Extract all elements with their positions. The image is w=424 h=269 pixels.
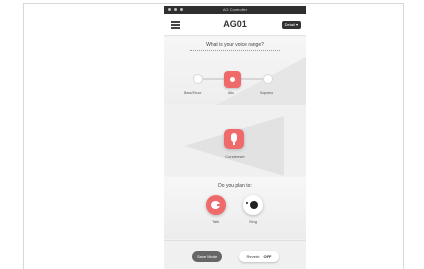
- bottom-bar: Save Mode Reverb OFF: [164, 240, 306, 269]
- talk-icon: [211, 201, 221, 209]
- reverb-toggle[interactable]: Reverb OFF: [239, 251, 279, 262]
- voice-range-label-bass-tenor: Bass/Tenor: [184, 91, 202, 95]
- voice-range-label-soprano: Soprano: [260, 91, 274, 95]
- detail-mode-button[interactable]: Detail ▾: [281, 21, 301, 29]
- usage-question: Do you plan to:: [218, 183, 252, 189]
- voice-range-option-bass-tenor[interactable]: [193, 74, 203, 84]
- voice-range-section: What is your voice range? Bass/Tenor Alt…: [164, 37, 306, 105]
- talk-button[interactable]: [206, 195, 226, 215]
- microphone-type-button[interactable]: [224, 129, 244, 149]
- voice-range-option-soprano[interactable]: [263, 74, 273, 84]
- talk-label: Talk: [212, 219, 220, 224]
- usage-section: Do you plan to: Talk Sing: [164, 177, 306, 239]
- voice-range-label-alto: Alto: [228, 91, 235, 95]
- reverb-value: OFF: [263, 254, 272, 259]
- sing-label: Sing: [249, 219, 258, 224]
- app-header: AG01 Detail ▾: [164, 14, 306, 36]
- microphone-section: Condenser: [164, 106, 306, 176]
- microphone-icon: [231, 133, 237, 142]
- save-mode-button[interactable]: Save Mode: [192, 251, 223, 262]
- sing-icon: [246, 201, 258, 209]
- window-title: AG Controller: [222, 7, 248, 12]
- app-window: AG Controller AG01 Detail ▾ What is your…: [164, 6, 306, 269]
- window-titlebar: AG Controller: [164, 6, 306, 14]
- voice-range-option-alto[interactable]: [224, 71, 241, 88]
- voice-range-question: What is your voice range?: [206, 42, 264, 48]
- sing-button[interactable]: [243, 195, 263, 215]
- microphone-type-label: Condenser: [225, 154, 245, 159]
- pitch-ruler: [190, 50, 280, 54]
- reverb-label: Reverb: [246, 254, 260, 259]
